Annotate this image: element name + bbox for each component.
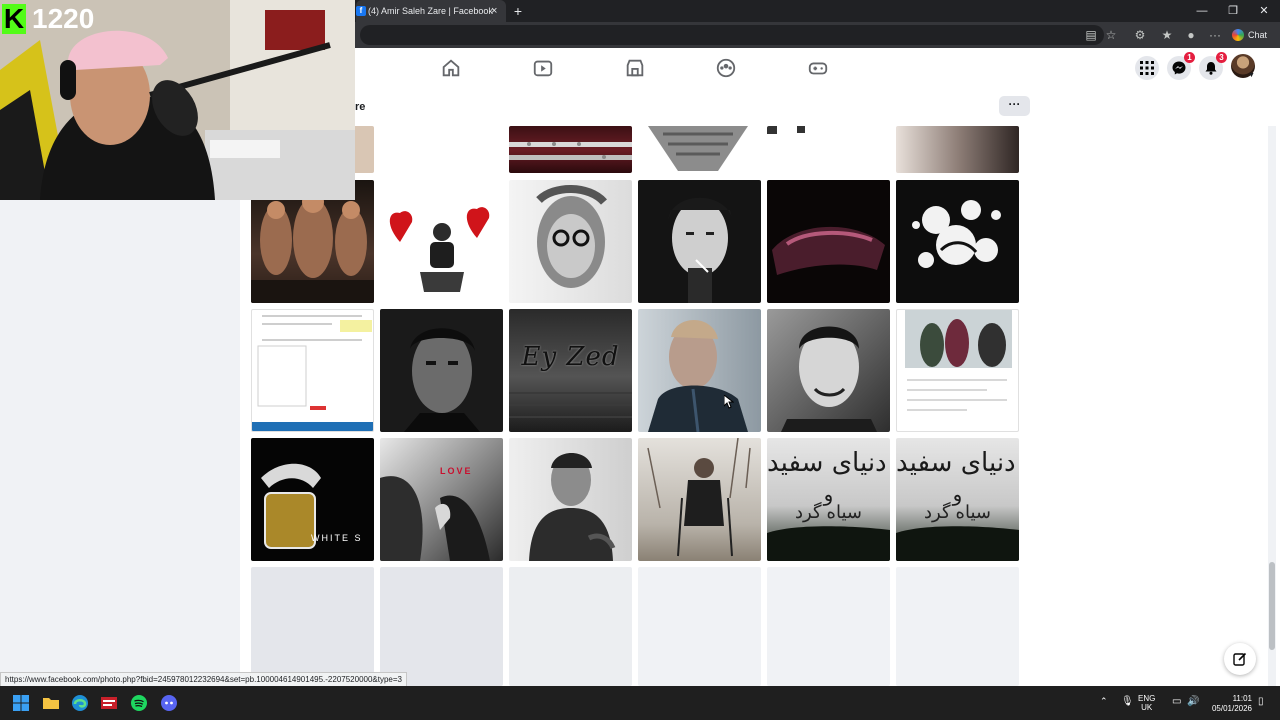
photo-placeholder: [896, 567, 1019, 686]
kick-logo-icon: K: [2, 3, 26, 34]
chevron-down-icon[interactable]: ▼: [1248, 72, 1256, 80]
restore-button[interactable]: ❐: [1218, 0, 1248, 22]
photo-tile[interactable]: ن دنیای سفید و سیاه گرد: [896, 438, 1019, 561]
facebook-favicon-icon: f: [356, 6, 366, 16]
close-window-button[interactable]: ✕: [1249, 0, 1279, 22]
gaming-icon[interactable]: [807, 57, 829, 79]
photo-tile[interactable]: LOVE: [380, 438, 503, 561]
volume-icon[interactable]: 🔊: [1187, 696, 1199, 707]
address-bar[interactable]: [360, 25, 1104, 45]
profile-name-fragment: re: [355, 101, 366, 113]
browser-tab[interactable]: f (4) Amir Saleh Zare | Facebook ×: [356, 0, 506, 22]
keyboard-layout: UK: [1141, 703, 1153, 712]
discord-icon[interactable]: [160, 694, 178, 712]
photo-tile[interactable]: [767, 126, 890, 173]
windows-start-icon[interactable]: [12, 694, 30, 712]
photo-tile[interactable]: [509, 126, 632, 173]
photo-tile[interactable]: [251, 309, 374, 432]
viewer-counter: K 1220: [2, 2, 94, 36]
photo-caption: Ey Zed: [521, 342, 620, 372]
groups-icon[interactable]: [715, 57, 737, 79]
clock-date: 05/01/2026: [1211, 704, 1252, 713]
bell-icon: [1205, 62, 1217, 75]
compose-icon: [1233, 652, 1247, 666]
photo-tile[interactable]: [509, 180, 632, 303]
tab-close-icon[interactable]: ×: [491, 0, 497, 22]
link-status-url: https://www.facebook.com/photo.php?fbid=…: [0, 672, 407, 687]
extensions-icon[interactable]: ⚙: [1131, 26, 1149, 44]
notifications-badge: 3: [1216, 52, 1227, 63]
messenger-badge: 1: [1184, 52, 1195, 63]
network-icon[interactable]: ▭: [1172, 696, 1181, 707]
photo-caption: LOVE: [440, 466, 473, 476]
photo-placeholder: [380, 567, 503, 686]
clock-time: 11:01: [1232, 694, 1252, 703]
photo-tile[interactable]: [767, 309, 890, 432]
photo-tile[interactable]: [638, 309, 761, 432]
menu-grid-button[interactable]: [1135, 56, 1159, 80]
photo-tile[interactable]: [638, 180, 761, 303]
edge-browser-icon[interactable]: [71, 694, 89, 712]
webcam-overlay: K 1220: [0, 0, 355, 200]
photo-tile[interactable]: [638, 438, 761, 561]
language-indicator[interactable]: ENG UK: [1138, 694, 1155, 712]
photo-tile[interactable]: WHITE S: [251, 438, 374, 561]
microphone-icon[interactable]: 🎙: [1121, 696, 1134, 707]
marketplace-icon[interactable]: [624, 57, 646, 79]
tray-chevron-up-icon[interactable]: ⌃: [1100, 696, 1108, 707]
more-options-button[interactable]: ···: [999, 96, 1030, 116]
favorite-star-icon[interactable]: ☆: [1102, 26, 1120, 44]
browser-menu-icon[interactable]: ···: [1206, 26, 1224, 44]
photo-overlay-text: سیاه گرد: [924, 502, 991, 522]
video-icon[interactable]: [532, 57, 554, 79]
messenger-icon: [1172, 61, 1186, 75]
mouse-cursor-icon: [723, 393, 735, 409]
tab-title: (4) Amir Saleh Zare | Facebook: [368, 6, 493, 16]
photo-placeholder: [767, 567, 890, 686]
notification-center-icon[interactable]: ▯: [1258, 696, 1264, 707]
windows-taskbar: ⌃ 🎙 ENG UK ▭ 🔊 11:01 05/01/2026 ▯: [0, 686, 1280, 720]
photo-placeholder: [509, 567, 632, 686]
photo-tile[interactable]: ن دنیای سفید و سیاه گرد: [767, 438, 890, 561]
file-explorer-icon[interactable]: [42, 694, 60, 712]
language-code: ENG: [1138, 694, 1156, 703]
photo-tile[interactable]: [767, 180, 890, 303]
minimize-button[interactable]: —: [1187, 0, 1217, 22]
photo-placeholder: [638, 567, 761, 686]
photo-tile[interactable]: [380, 180, 503, 303]
photo-tile[interactable]: Ey Zed: [509, 309, 632, 432]
chat-label: Chat: [1248, 30, 1268, 40]
photo-tile[interactable]: [896, 126, 1019, 173]
profile-icon[interactable]: ●: [1182, 26, 1200, 44]
photo-tile[interactable]: [896, 180, 1019, 303]
photo-tile[interactable]: [896, 309, 1019, 432]
photo-overlay-text: سیاه گرد: [795, 502, 862, 522]
reader-mode-icon[interactable]: ▤: [1082, 26, 1100, 44]
stream-app-icon[interactable]: [100, 694, 118, 712]
photo-tile[interactable]: [638, 126, 761, 173]
new-message-button[interactable]: [1224, 643, 1256, 675]
new-tab-button[interactable]: +: [511, 0, 525, 22]
photo-caption: ن دنیای سفید: [767, 448, 890, 478]
left-pane: [0, 200, 240, 686]
spotify-icon[interactable]: [130, 694, 148, 712]
copilot-chat-button[interactable]: Chat: [1230, 25, 1276, 45]
photo-placeholder: [251, 567, 374, 686]
viewer-count: 1220: [32, 3, 95, 34]
photo-tile[interactable]: [509, 438, 632, 561]
grid-icon: [1140, 61, 1154, 75]
collections-icon[interactable]: ★: [1158, 26, 1176, 44]
home-icon[interactable]: [440, 57, 462, 79]
photo-tile[interactable]: [380, 309, 503, 432]
photo-caption: ن دنیای سفید: [896, 448, 1019, 478]
photo-caption: WHITE S: [311, 533, 363, 543]
copilot-icon: [1232, 29, 1244, 41]
scrollbar-thumb[interactable]: [1269, 562, 1275, 650]
system-clock[interactable]: 11:01 05/01/2026: [1204, 694, 1252, 714]
